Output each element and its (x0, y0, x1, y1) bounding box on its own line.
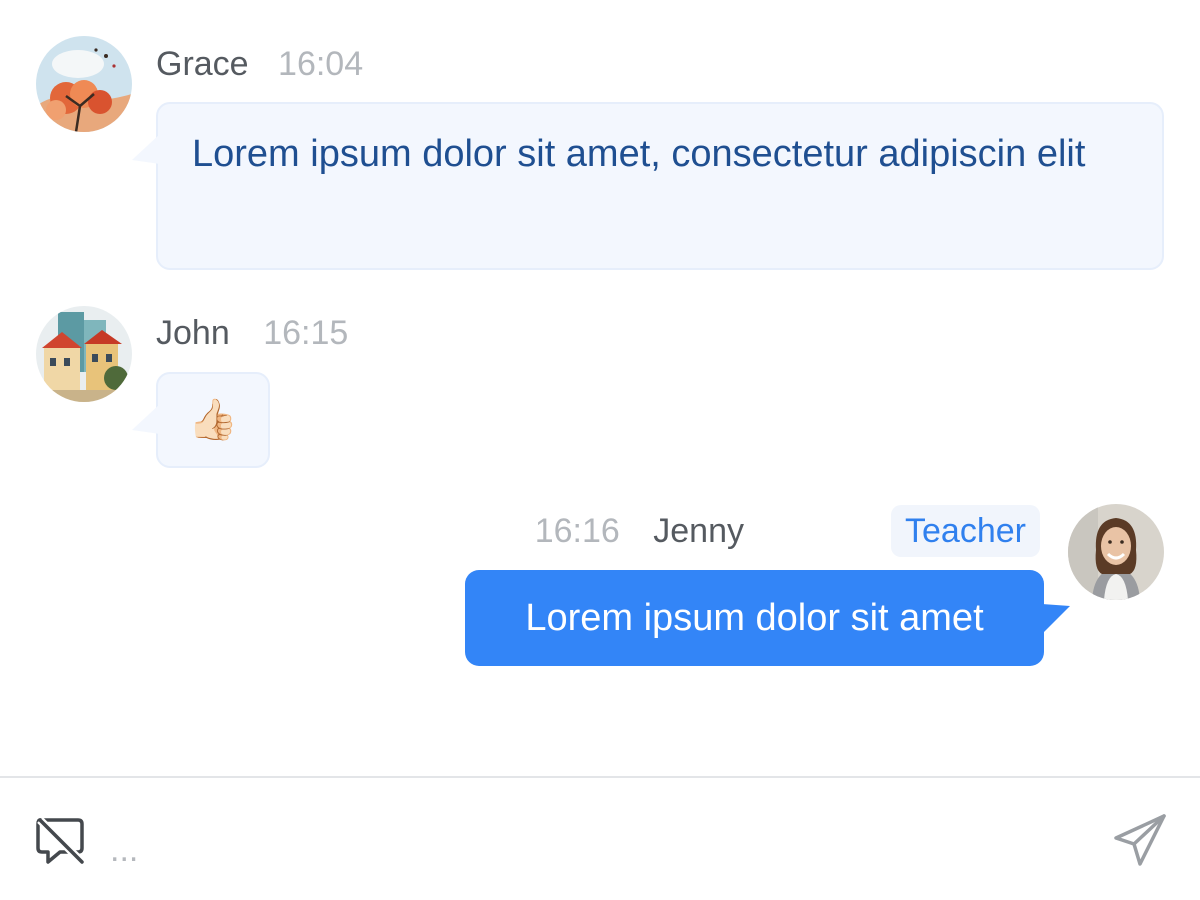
bubble-tail (132, 134, 160, 164)
bubble-tail (1042, 604, 1070, 634)
chat-off-icon[interactable] (34, 816, 86, 866)
avatar-jenny[interactable] (1068, 504, 1164, 600)
message-time: 16:16 (534, 512, 620, 550)
sender-name: John (156, 314, 230, 352)
message-text: Lorem ipsum dolor sit amet (525, 597, 984, 639)
message-bubble-grace[interactable]: Lorem ipsum dolor sit amet, consectetur … (132, 102, 1164, 270)
message-input[interactable] (108, 824, 1072, 876)
sender-name: Grace (156, 45, 249, 83)
avatar-john[interactable] (36, 306, 132, 402)
role-badge-teacher: Teacher (891, 505, 1040, 557)
message-header-jenny: 16:16 Jenny (535, 511, 744, 551)
message-time: 16:04 (278, 45, 364, 83)
message-text: Lorem ipsum dolor sit amet, consectetur … (192, 133, 1086, 175)
avatar-grace[interactable] (36, 36, 132, 132)
message-bubble-jenny[interactable]: Lorem ipsum dolor sit amet (465, 570, 1070, 666)
bubble-tail (132, 404, 160, 434)
sender-name: Jenny (653, 512, 744, 550)
message-time: 16:15 (263, 314, 349, 352)
chat-message-list: Grace 16:04 Lorem ipsum dolor sit amet, … (0, 0, 1200, 776)
message-header-john: John 16:15 (156, 313, 348, 353)
message-header-grace: Grace 16:04 (156, 44, 363, 84)
message-input-bar (0, 778, 1200, 900)
message-bubble-john[interactable]: 👍🏻 (132, 372, 270, 468)
send-icon[interactable] (1112, 812, 1168, 868)
thumbs-up-emoji: 👍🏻 (188, 398, 238, 442)
